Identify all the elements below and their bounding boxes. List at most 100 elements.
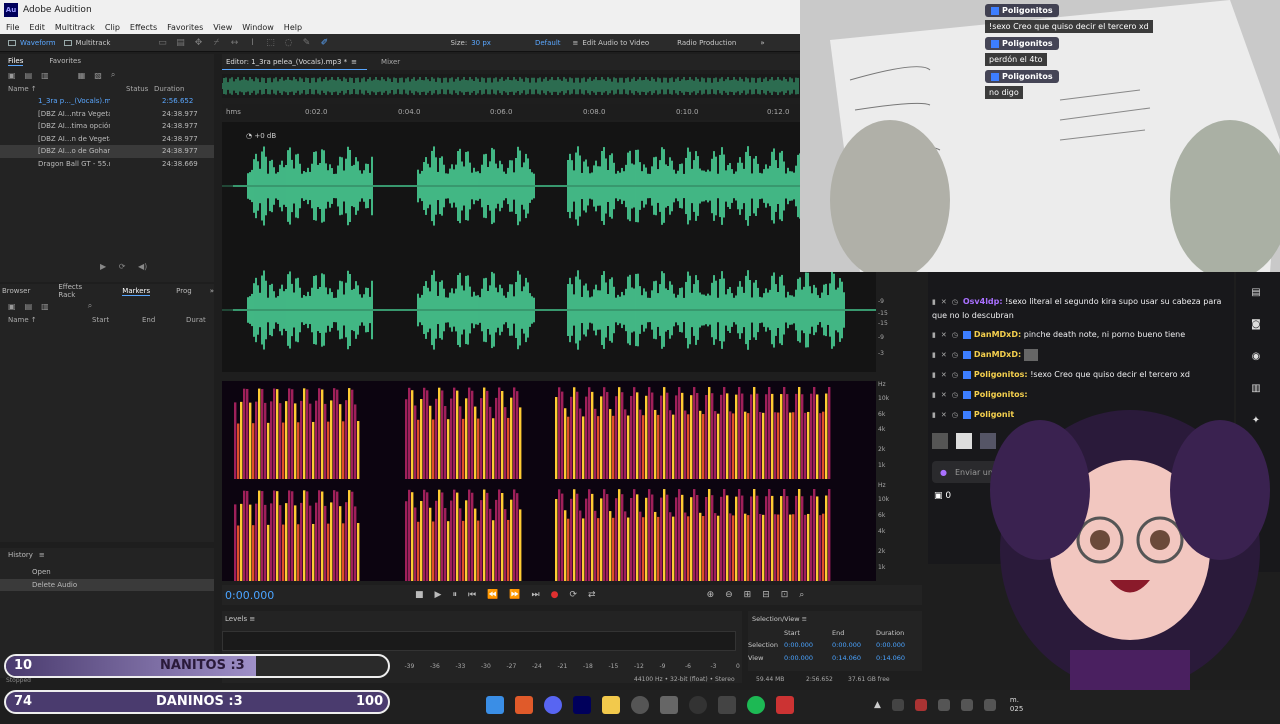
size-value[interactable]: 30 px [471,39,491,47]
spectral-display[interactable] [222,381,876,581]
workspace-edit-audio-to-video[interactable]: Edit Audio to Video [582,39,649,47]
steam-icon[interactable] [631,696,649,714]
menu-view[interactable]: View [213,23,232,32]
view-duration[interactable]: 0:14.060 [876,654,905,662]
file-row[interactable]: [DBZ AI...ntra Vegeta.mp4 24:38.977 [0,108,214,121]
more-workspaces-icon[interactable]: » [760,39,764,47]
marquee-tool-icon[interactable]: ⬚ [264,37,276,49]
chat-message[interactable]: ▮ ✕ ◷ DanMDxD: [928,345,1234,365]
mixer-tab[interactable]: Mixer [381,58,400,66]
tab-browser[interactable]: Browser [2,287,30,295]
timeout-icon[interactable]: ◷ [952,409,958,422]
import-icon[interactable]: ▤ [25,71,33,80]
levels-title[interactable]: Levels [225,615,247,623]
emote-icon[interactable] [932,433,948,449]
panel-menu-icon[interactable]: ≡ [351,58,357,66]
panel-menu-icon[interactable]: ≡ [249,615,255,623]
loop-button[interactable]: ⟳ [569,590,577,600]
tray-icon[interactable] [891,699,904,711]
discord-icon[interactable] [544,696,562,714]
chat-user[interactable]: DanMDxD: [974,350,1021,359]
chat-bubble-icon[interactable]: ◙ [1245,314,1267,336]
menu-effects[interactable]: Effects [130,23,157,32]
col-duration[interactable]: Durat [186,316,206,324]
obs-icon[interactable] [689,696,707,714]
loop-icon[interactable]: ⟳ [119,262,126,271]
ban-icon[interactable]: ✕ [941,409,947,422]
fast-forward-button[interactable]: ⏩ [509,590,520,600]
history-item[interactable]: Open [0,566,214,579]
settings-icon[interactable] [660,696,678,714]
file-row[interactable]: [DBZ AI...n de Vegeta.mp4 24:38.977 [0,133,214,146]
brush-tool-icon[interactable]: ✎ [300,37,312,49]
ban-icon[interactable]: ✕ [941,369,947,382]
file-row[interactable]: 1_3ra p..._(Vocals).mp3 * 2:56.652 [0,95,214,108]
zoom-full-icon[interactable]: ⊡ [781,590,789,600]
app-icon[interactable] [718,696,736,714]
menu-window[interactable]: Window [242,23,274,32]
panels-icon[interactable]: ▥ [1245,378,1267,400]
timeout-icon[interactable]: ◷ [952,389,958,402]
view-start[interactable]: 0:00.000 [784,654,832,662]
timeout-icon[interactable]: ◷ [952,369,958,382]
chat-user[interactable]: Osv4ldp: [963,297,1003,306]
ban-icon[interactable]: ✕ [941,329,947,342]
menu-clip[interactable]: Clip [105,23,120,32]
zoom-out-amplitude-icon[interactable]: ⊖ [725,590,733,600]
skip-button[interactable]: ⇄ [588,590,596,600]
move-tool-icon[interactable]: ✥ [192,37,204,49]
chevron-up-icon[interactable]: ▲ [874,700,881,710]
trash-icon[interactable]: ▮ [932,329,936,342]
workspace-default[interactable]: Default [535,39,561,47]
panel-menu-icon[interactable]: ≡ [39,551,45,559]
chat-user[interactable]: Poligonitos: [974,390,1028,399]
insert-icon[interactable]: ▦ [78,71,86,80]
tab-properties[interactable]: Prog [176,287,192,295]
zoom-in-amplitude-icon[interactable]: ⊕ [707,590,715,600]
trash-icon[interactable]: ▮ [932,349,936,362]
spot-healing-icon[interactable]: ✐ [318,37,330,49]
file-row[interactable]: Dragon Ball GT - 55.mp4 24:38.669 [0,158,214,171]
autoplay-icon[interactable]: ▶ [100,262,106,271]
file-explorer-icon[interactable] [602,696,620,714]
col-end[interactable]: End [142,316,186,324]
tab-markers[interactable]: Markers [122,287,151,296]
multitrack-view-button[interactable]: Multitrack [63,39,110,47]
selection-duration[interactable]: 0:00.000 [876,641,905,649]
tab-effects-rack[interactable]: Effects Rack [58,283,96,299]
pause-button[interactable]: ⏸ [452,590,457,600]
zoom-selection-icon[interactable]: ⌕ [799,590,804,600]
rewind-button[interactable]: ⏪ [487,590,498,600]
pitch-display-icon[interactable]: ▤ [174,37,186,49]
timeout-icon[interactable]: ◷ [952,329,958,342]
time-ruler[interactable]: hms 0:02.0 0:04.0 0:06.0 0:08.0 0:10.0 0… [222,104,800,120]
tab-favorites[interactable]: Favorites [49,57,81,65]
add-marker-icon[interactable]: ▣ [8,302,16,311]
col-duration[interactable]: Duration [154,85,184,93]
go-to-start-button[interactable]: ⏮ [468,590,476,600]
trash-icon[interactable]: ▮ [932,409,936,422]
waveform-display[interactable]: ◔ +0 dB [222,122,887,372]
menu-file[interactable]: File [6,23,19,32]
col-name[interactable]: Name ↑ [8,316,92,324]
timeout-icon[interactable]: ◷ [952,349,958,362]
spotify-icon[interactable] [747,696,765,714]
tray-icon[interactable] [960,699,973,711]
windows-start-icon[interactable] [486,696,504,714]
view-end[interactable]: 0:14.060 [832,654,876,662]
record-button[interactable]: ● [551,590,559,600]
ban-icon[interactable]: ✕ [941,389,947,402]
chat-message[interactable]: ▮ ✕ ◷ Osv4ldp: !sexo literal el segundo kir… [928,292,1234,325]
merge-marker-icon[interactable]: ▥ [41,302,49,311]
tray-icon[interactable] [914,699,927,711]
search-icon[interactable]: ⌕ [111,70,115,80]
tab-files[interactable]: Files [8,57,24,66]
chat-user[interactable]: Poligonitos: [974,370,1028,379]
delete-icon[interactable]: ▧ [94,71,102,80]
slip-tool-icon[interactable]: ↔ [228,37,240,49]
selection-end[interactable]: 0:00.000 [832,641,876,649]
zoom-out-time-icon[interactable]: ⊟ [762,590,770,600]
notes-icon[interactable]: ▤ [1245,282,1267,304]
waveform-view-button[interactable]: Waveform [8,39,56,47]
history-item[interactable]: Delete Audio [0,578,214,591]
